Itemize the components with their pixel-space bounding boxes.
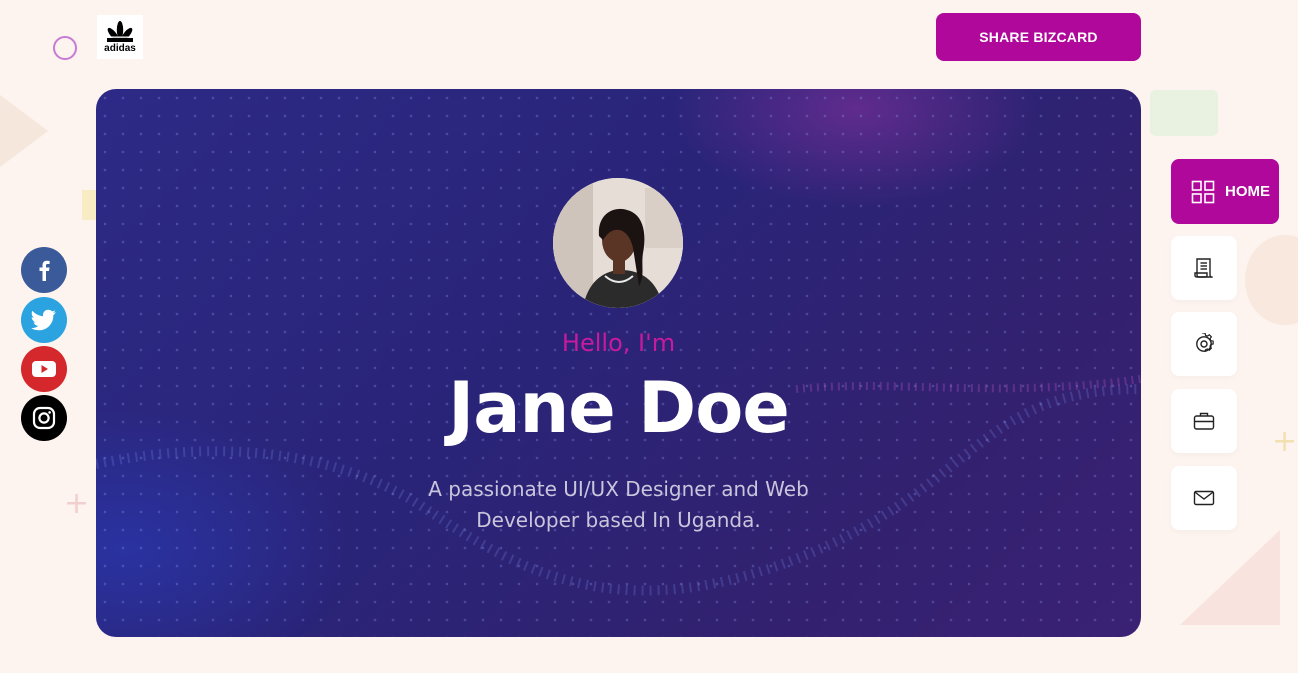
facebook-link[interactable] <box>21 247 67 293</box>
nav-home-button[interactable]: HOME <box>1171 159 1279 224</box>
nav-home-label: HOME <box>1225 183 1270 200</box>
background-plus-decoration: + <box>64 486 90 521</box>
twitter-icon <box>31 309 56 331</box>
profile-avatar <box>553 178 683 308</box>
twitter-link[interactable] <box>21 297 67 343</box>
background-triangle-decoration <box>1180 530 1280 625</box>
hero-card: Hello, I'm Jane Doe A passionate UI/UX D… <box>96 89 1141 637</box>
briefcase-icon <box>1193 412 1215 430</box>
nav-portfolio-button[interactable] <box>1171 389 1237 453</box>
facebook-icon <box>39 260 50 281</box>
hero-tagline: A passionate UI/UX Designer and Web Deve… <box>428 477 809 532</box>
trefoil-icon <box>107 20 133 42</box>
background-triangle-decoration <box>0 95 48 167</box>
brand-logo[interactable]: adidas <box>97 15 143 59</box>
background-shape-decoration <box>82 190 96 220</box>
background-circle-decoration <box>1245 235 1298 325</box>
grid-icon <box>1191 180 1215 203</box>
nav-contact-button[interactable] <box>1171 466 1237 530</box>
nav-resume-button[interactable] <box>1171 236 1237 300</box>
brand-logo-text: adidas <box>104 42 136 54</box>
profile-photo <box>553 178 683 308</box>
mail-icon <box>1193 490 1215 506</box>
loader-ring-icon <box>53 36 77 60</box>
particle-wave-decoration <box>96 375 1141 596</box>
nav-settings-button[interactable] <box>1171 312 1237 376</box>
background-plus-decoration: + <box>1272 424 1298 459</box>
youtube-icon <box>32 361 56 377</box>
instagram-icon <box>32 406 56 430</box>
hero-greeting: Hello, I'm <box>561 329 676 357</box>
youtube-link[interactable] <box>21 346 67 392</box>
instagram-link[interactable] <box>21 395 67 441</box>
background-shape-decoration <box>1150 90 1218 136</box>
gear-icon <box>1196 333 1214 353</box>
hero-name: Jane Doe <box>448 367 790 449</box>
resume-icon <box>1194 258 1213 278</box>
share-bizcard-button[interactable]: SHARE BIZCARD <box>936 13 1141 61</box>
